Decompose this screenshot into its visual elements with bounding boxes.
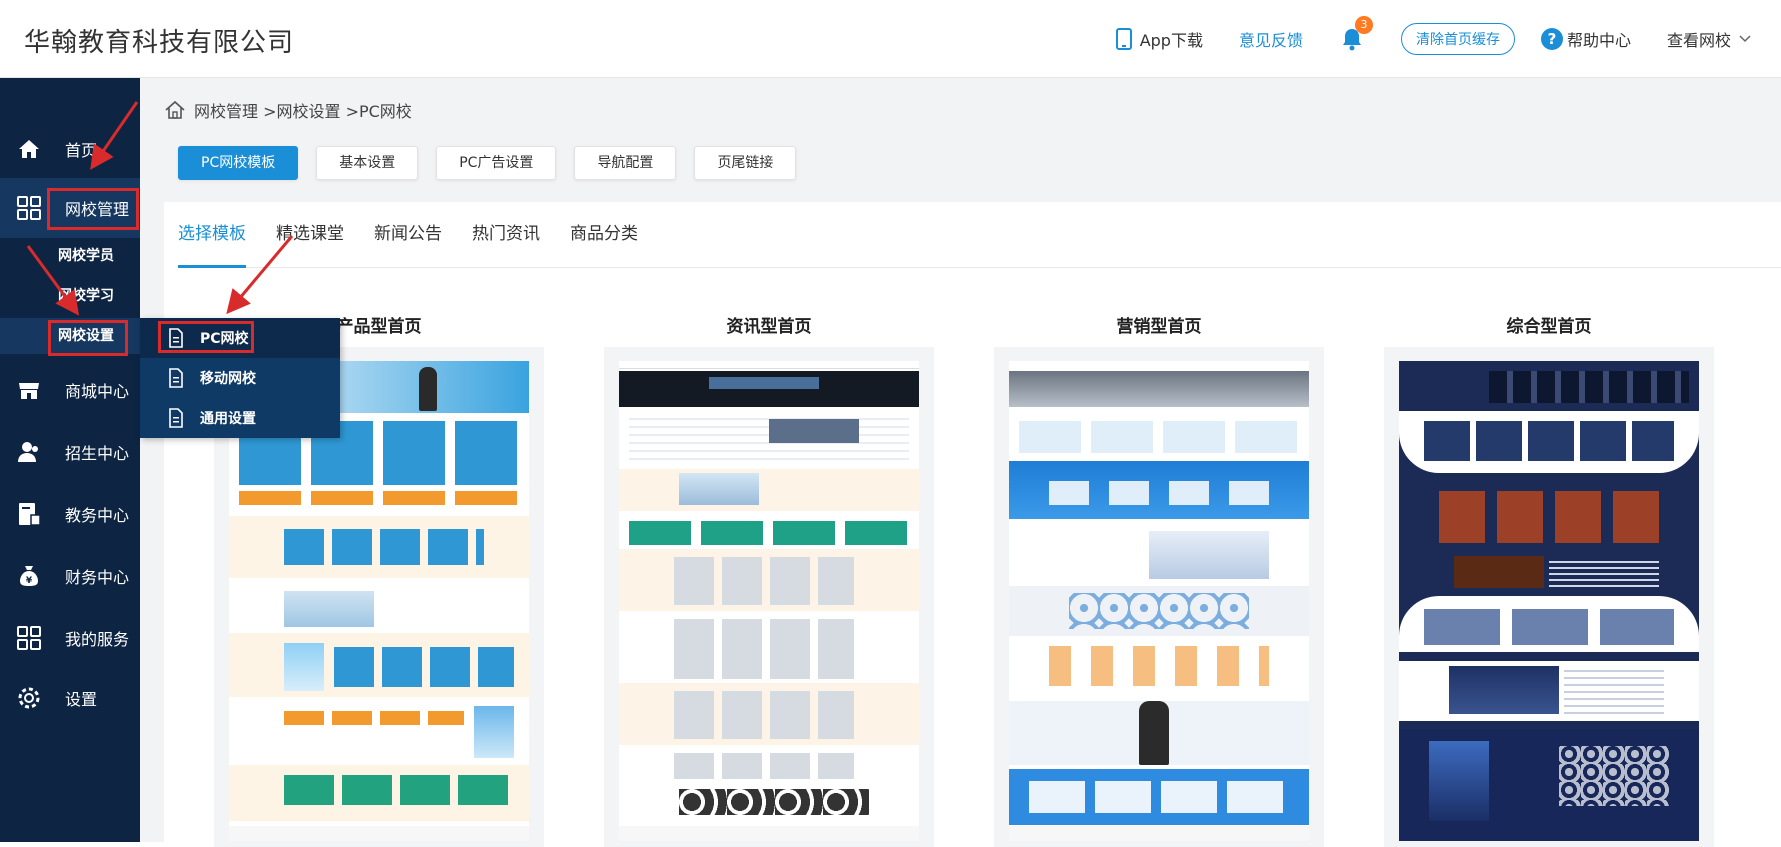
- template-preview-image: [619, 361, 919, 841]
- flyout-item-label: 移动网校: [200, 371, 256, 387]
- sidebar-item-academic[interactable]: 教务中心: [0, 485, 140, 543]
- sidebar-item-label: 网校管理: [65, 200, 130, 219]
- home-icon: [19, 140, 39, 158]
- breadcrumb: 网校管理 >网校设置 >PC网校: [164, 98, 412, 122]
- sidebar-item-school-management[interactable]: 网校管理: [0, 178, 140, 238]
- top-header: 华翰教育科技有限公司 App下载 意见反馈 3 清除首页缓存 ? 帮助中心 查看…: [0, 0, 1781, 78]
- users-icon: [18, 442, 38, 462]
- template-card-comprehensive[interactable]: 综合型首页: [1384, 312, 1714, 847]
- flyout-item-label: 通用设置: [200, 411, 256, 427]
- sidebar-item-store[interactable]: 商城中心: [0, 361, 140, 419]
- template-title: 资讯型首页: [726, 317, 812, 337]
- sidebar-item-label: 教务中心: [65, 506, 130, 525]
- svg-text:¥: ¥: [26, 576, 33, 586]
- template-thumbnail[interactable]: [994, 347, 1324, 847]
- template-title: 营销型首页: [1116, 317, 1202, 337]
- tab-select-template[interactable]: 选择模板: [178, 202, 246, 268]
- tab-featured-courses[interactable]: 精选课堂: [276, 202, 344, 268]
- template-card-info[interactable]: 资讯型首页: [604, 312, 934, 847]
- view-school-dropdown[interactable]: 查看网校: [1667, 27, 1751, 51]
- notification-button[interactable]: 3: [1339, 16, 1373, 52]
- clear-cache-button[interactable]: 清除首页缓存: [1400, 23, 1515, 55]
- grid-icon: [17, 196, 41, 220]
- sidebar-item-settings[interactable]: 设置: [0, 669, 140, 727]
- help-icon: ?: [1540, 28, 1563, 50]
- book-icon: [19, 503, 41, 526]
- sidebar: 首页 网校管理 网校学员 网校学习 网校设置 商城中心 招生中心 教务中心 ¥ …: [0, 78, 140, 842]
- view-school-label: 查看网校: [1666, 31, 1731, 50]
- sidebar-subitem-students[interactable]: 网校学员: [0, 238, 140, 274]
- template-thumbnail[interactable]: [1384, 347, 1714, 847]
- content-tabs: 选择模板 精选课堂 新闻公告 热门资讯 商品分类: [178, 202, 1781, 268]
- sidebar-item-label: 招生中心: [65, 444, 130, 463]
- sidebar-item-label: 首页: [65, 141, 98, 160]
- money-bag-icon: ¥: [20, 566, 38, 586]
- main-content: 网校管理 >网校设置 >PC网校 PC网校模板 基本设置 PC广告设置 导航配置…: [140, 78, 1781, 847]
- tab-nav-config[interactable]: 导航配置: [574, 146, 677, 180]
- sidebar-subitem-learning[interactable]: 网校学习: [0, 278, 140, 314]
- flyout-item-label: PC网校: [200, 331, 249, 347]
- store-icon: [19, 383, 39, 399]
- template-preview-image: [1009, 361, 1309, 841]
- tab-news[interactable]: 新闻公告: [374, 202, 442, 268]
- sidebar-subitem-school-settings[interactable]: 网校设置: [0, 318, 140, 354]
- tab-basic-settings[interactable]: 基本设置: [316, 146, 419, 180]
- help-center-link[interactable]: ? 帮助中心: [1540, 27, 1631, 51]
- flyout-item-pc-school[interactable]: PC网校: [140, 318, 340, 358]
- gear-icon: [18, 687, 40, 709]
- tab-pc-ad-settings[interactable]: PC广告设置: [436, 146, 557, 180]
- tab-footer-links[interactable]: 页尾链接: [694, 146, 797, 180]
- template-preview-image: [1399, 361, 1699, 841]
- header-actions: App下载 意见反馈 3 清除首页缓存 ? 帮助中心 查看网校: [1080, 0, 1751, 78]
- sidebar-item-home[interactable]: 首页: [0, 120, 140, 178]
- tab-hot-info[interactable]: 热门资讯: [472, 202, 540, 268]
- sidebar-item-finance[interactable]: ¥ 财务中心: [0, 547, 140, 605]
- template-thumbnail[interactable]: [604, 347, 934, 847]
- template-card-marketing[interactable]: 营销型首页: [994, 312, 1324, 847]
- sidebar-item-enrollment[interactable]: 招生中心: [0, 423, 140, 481]
- app-download-link[interactable]: App下载: [1115, 27, 1203, 51]
- flyout-item-general-settings[interactable]: 通用设置: [140, 398, 340, 438]
- phone-icon: [1115, 28, 1132, 50]
- feedback-link[interactable]: 意见反馈: [1239, 27, 1303, 51]
- template-panel: 选择模板 精选课堂 新闻公告 热门资讯 商品分类 产品型首页 资讯型首页 营销型…: [164, 202, 1781, 847]
- document-icon: [169, 408, 183, 428]
- home-outline-icon: [165, 100, 185, 119]
- sidebar-item-label: 商城中心: [65, 382, 130, 401]
- sidebar-item-label: 我的服务: [65, 630, 130, 649]
- chevron-down-icon: [1739, 35, 1751, 43]
- settings-toolbar: PC网校模板 基本设置 PC广告设置 导航配置 页尾链接: [178, 146, 814, 180]
- sidebar-item-my-services[interactable]: 我的服务: [0, 609, 140, 667]
- notification-badge: 3: [1354, 16, 1373, 34]
- breadcrumb-text: 网校管理 >网校设置 >PC网校: [194, 102, 412, 121]
- grid-icon: [17, 626, 41, 650]
- sidebar-item-label: 设置: [65, 690, 98, 709]
- company-name: 华翰教育科技有限公司: [24, 28, 295, 58]
- flyout-item-mobile-school[interactable]: 移动网校: [140, 358, 340, 398]
- app-download-label: App下载: [1139, 31, 1203, 50]
- document-icon: [169, 328, 183, 348]
- tab-pc-template[interactable]: PC网校模板: [178, 146, 299, 180]
- help-center-label: 帮助中心: [1566, 31, 1631, 50]
- flyout-submenu: PC网校 移动网校 通用设置: [140, 318, 340, 438]
- template-title: 综合型首页: [1506, 317, 1592, 337]
- document-icon: [169, 368, 183, 388]
- sidebar-item-label: 财务中心: [65, 568, 130, 587]
- tab-product-category[interactable]: 商品分类: [570, 202, 638, 268]
